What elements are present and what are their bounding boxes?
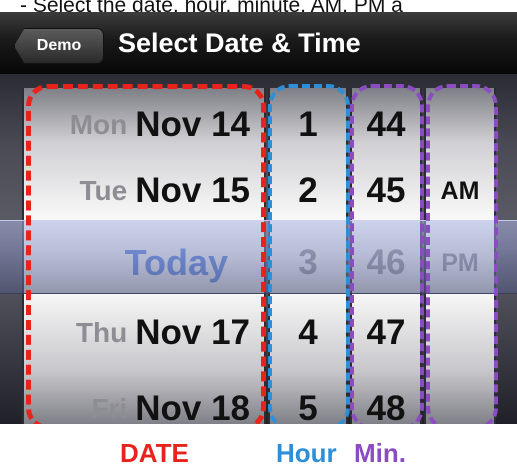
date-annotation-label: DATE (120, 438, 189, 468)
minute-annotation-box (350, 84, 424, 424)
ampm-annotation-box (426, 84, 498, 424)
page-title: Select Date & Time (118, 28, 361, 58)
hour-annotation-label: Hour (276, 438, 337, 468)
hour-annotation-box (268, 84, 350, 424)
back-button[interactable]: Demo (14, 28, 104, 64)
date-annotation-box (26, 84, 266, 424)
navigation-bar: Demo Select Date & Time (0, 12, 517, 75)
date-time-picker: Mon Nov 14 Tue Nov 15 Today Thu Nov 17 F… (0, 74, 517, 424)
minute-annotation-label: Min. (354, 438, 406, 468)
